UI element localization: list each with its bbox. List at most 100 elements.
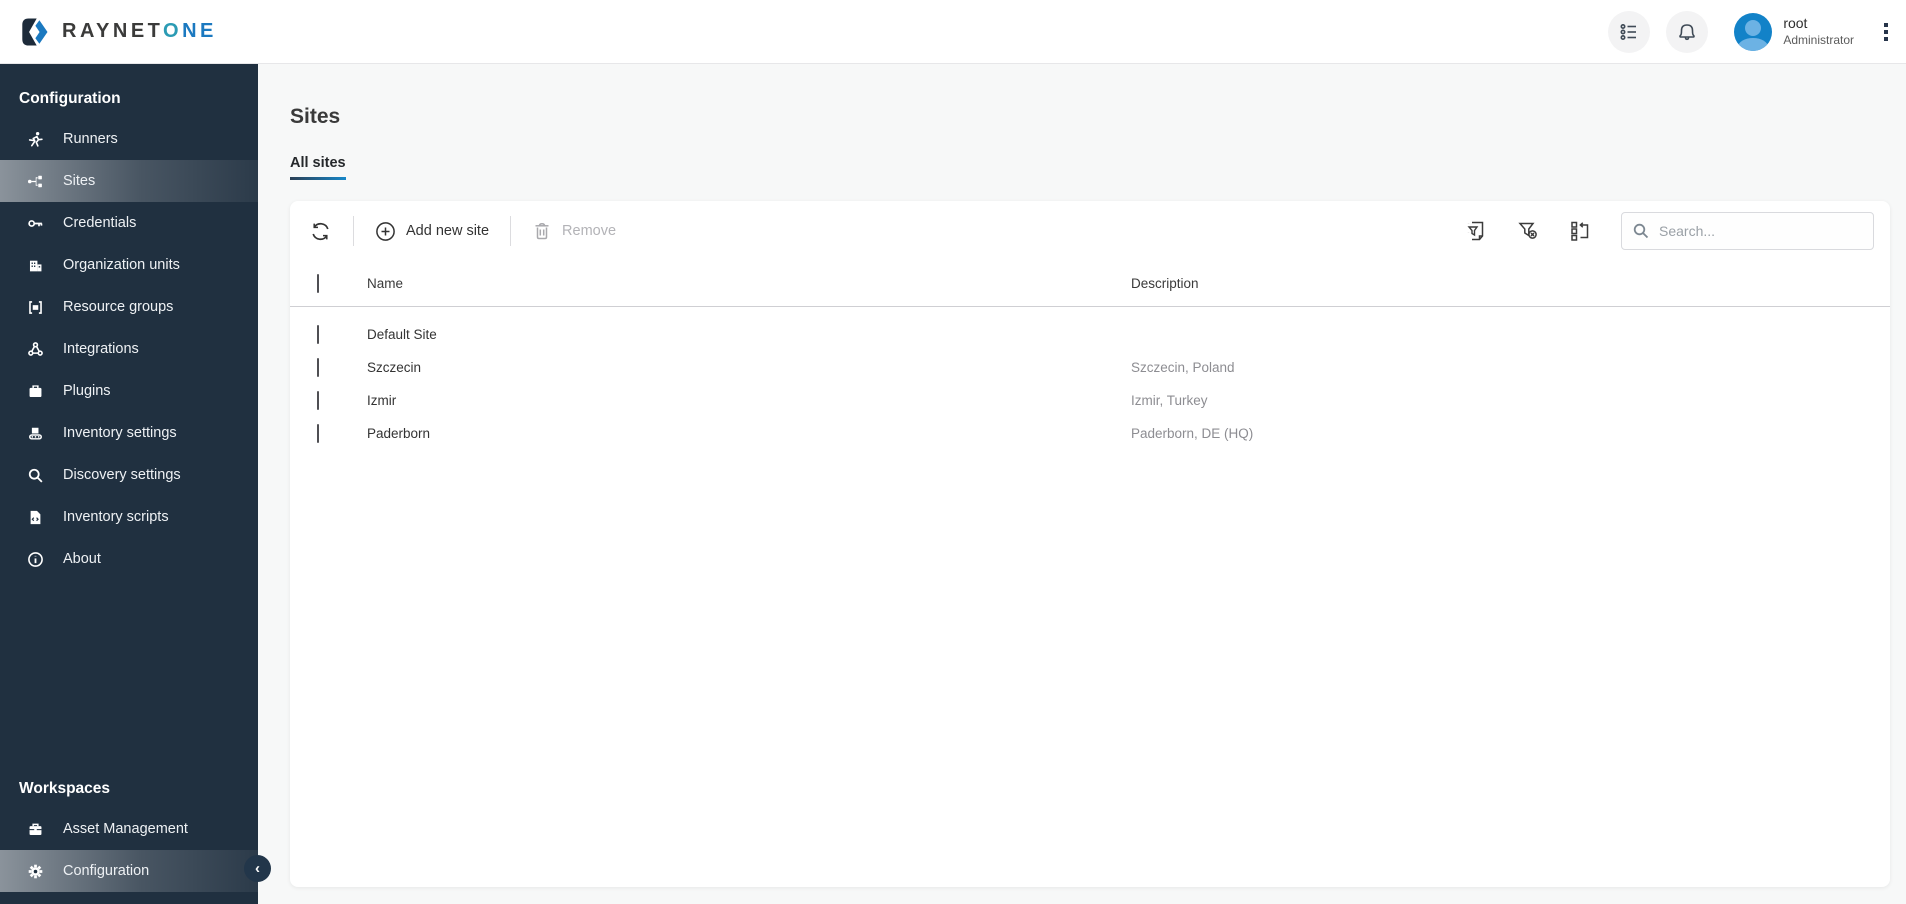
sidebar-item-label: Credentials xyxy=(63,215,137,231)
sidebar-section-heading: Workspaces xyxy=(19,780,111,797)
cell-name: Izmir xyxy=(367,393,397,408)
sidebar-item-credentials[interactable]: Credentials xyxy=(0,202,258,244)
remove-label: Remove xyxy=(562,223,617,239)
table-toolbar: Add new site Remove xyxy=(290,201,1890,261)
search-box xyxy=(1621,212,1874,250)
task-list-button[interactable] xyxy=(1608,10,1651,53)
avatar-person-icon xyxy=(1745,19,1762,36)
sidebar-item-label: Organization units xyxy=(63,257,180,273)
row-checkbox[interactable] xyxy=(317,357,319,377)
user-avatar[interactable] xyxy=(1734,12,1773,51)
briefcase-icon xyxy=(27,821,44,838)
sidebar-item-label: Configuration xyxy=(63,863,150,879)
export-filter-icon[interactable] xyxy=(1462,217,1490,245)
table-row[interactable]: Default Site xyxy=(290,318,1890,351)
org-icon xyxy=(27,257,44,274)
select-all-checkbox[interactable] xyxy=(317,273,319,293)
add-new-site-label: Add new site xyxy=(406,223,490,239)
main-content: Sites All sites Add new site Remove Sear… xyxy=(258,64,1906,904)
sidebar-item-integrations[interactable]: Integrations xyxy=(0,328,258,370)
add-circle-icon xyxy=(375,221,396,242)
cell-name: Default Site xyxy=(367,327,437,342)
tab-all-sites[interactable]: All sites xyxy=(290,155,346,180)
discovery-icon xyxy=(27,467,44,484)
sidebar-item-about[interactable]: About xyxy=(0,538,258,580)
sidebar-item-runners[interactable]: Runners xyxy=(0,118,258,160)
about-icon xyxy=(27,551,44,568)
resource-icon xyxy=(27,299,44,316)
remove-button[interactable]: Remove xyxy=(530,217,618,245)
sidebar-collapse-button[interactable]: ‹ xyxy=(244,855,271,882)
table-row[interactable]: Paderborn Paderborn, DE (HQ) xyxy=(290,417,1890,450)
sidebar-item-label: Sites xyxy=(63,173,96,189)
user-info[interactable]: root Administrator xyxy=(1783,15,1854,48)
cell-description: Szczecin, Poland xyxy=(1131,360,1235,375)
sidebar-item-label: Asset Management xyxy=(63,821,188,837)
runner-icon xyxy=(27,131,44,148)
user-role: Administrator xyxy=(1783,32,1854,47)
row-checkbox[interactable] xyxy=(317,423,319,443)
column-header-description[interactable]: Description xyxy=(1131,276,1890,291)
sidebar-item-asset-management[interactable]: Asset Management xyxy=(0,808,258,850)
row-checkbox[interactable] xyxy=(317,390,319,410)
gear-icon xyxy=(27,863,44,880)
scripts-icon xyxy=(27,509,44,526)
table-body: Default Site Szczecin Szczecin, Poland Izmi… xyxy=(290,307,1890,450)
bell-icon xyxy=(1676,21,1698,43)
add-new-site-button[interactable]: Add new site xyxy=(373,217,491,246)
integrations-icon xyxy=(27,341,44,358)
sidebar-item-label: Inventory scripts xyxy=(63,509,169,525)
sidebar-config-items: Runners Sites Credentials Organization unit… xyxy=(0,118,258,580)
sidebar-item-label: Plugins xyxy=(63,383,111,399)
logo-mark-icon xyxy=(16,14,52,50)
sidebar-item-configuration[interactable]: Configuration xyxy=(0,850,258,892)
cell-description: Izmir, Turkey xyxy=(1131,393,1208,408)
search-icon xyxy=(1632,222,1650,240)
column-header-name[interactable]: Name xyxy=(367,276,1131,291)
sidebar-item-label: Inventory settings xyxy=(63,425,177,441)
table-row[interactable]: Izmir Izmir, Turkey xyxy=(290,384,1890,417)
sidebar-item-plugins[interactable]: Plugins xyxy=(0,370,258,412)
sites-card: Add new site Remove Search... Name Descr… xyxy=(290,201,1890,887)
tab-bar: All sites xyxy=(290,155,1890,180)
chevron-left-icon: ‹ xyxy=(255,860,260,877)
sidebar-item-label: Resource groups xyxy=(63,299,174,315)
cell-name: Paderborn xyxy=(367,426,431,441)
refresh-icon xyxy=(309,220,332,243)
choose-columns-icon[interactable] xyxy=(1566,217,1594,245)
sidebar-item-inventory-settings[interactable]: Inventory settings xyxy=(0,412,258,454)
sidebar-item-label: About xyxy=(63,551,101,567)
app-logo: RAYNETONE xyxy=(0,14,217,50)
sidebar-item-inventory-scripts[interactable]: Inventory scripts xyxy=(0,496,258,538)
notifications-button[interactable] xyxy=(1666,10,1709,53)
sidebar: Configuration Runners Sites Credentials Org… xyxy=(0,64,258,904)
page-title: Sites xyxy=(290,105,341,128)
clear-filter-icon[interactable] xyxy=(1514,217,1542,245)
plugins-icon xyxy=(27,383,44,400)
sidebar-item-discovery-settings[interactable]: Discovery settings xyxy=(0,454,258,496)
cell-name: Szczecin xyxy=(367,360,422,375)
top-bar: RAYNETONE root Administrator xyxy=(0,0,1906,64)
task-list-icon xyxy=(1618,21,1640,43)
cell-description: Paderborn, DE (HQ) xyxy=(1131,426,1254,441)
sidebar-item-label: Integrations xyxy=(63,341,139,357)
sidebar-workspace-items: Asset Management Configuration xyxy=(0,808,258,904)
sidebar-item-label: Discovery settings xyxy=(63,467,181,483)
sidebar-item-sites[interactable]: Sites xyxy=(0,160,258,202)
user-name: root xyxy=(1783,15,1808,32)
key-icon xyxy=(27,215,44,232)
sidebar-item-organization-units[interactable]: Organization units xyxy=(0,244,258,286)
table-row[interactable]: Szczecin Szczecin, Poland xyxy=(290,351,1890,384)
logo-text: RAYNETONE xyxy=(62,20,217,42)
trash-icon xyxy=(532,221,552,241)
sidebar-item-resource-groups[interactable]: Resource groups xyxy=(0,286,258,328)
sites-icon xyxy=(27,173,44,190)
inventory-icon xyxy=(27,425,44,442)
row-checkbox[interactable] xyxy=(317,324,319,344)
table-header: Name Description xyxy=(290,261,1890,307)
overflow-menu-button[interactable] xyxy=(1880,19,1892,45)
sidebar-item-label: Runners xyxy=(63,131,118,147)
sidebar-section-heading: Configuration xyxy=(19,90,121,107)
refresh-button[interactable] xyxy=(307,216,334,247)
search-input[interactable] xyxy=(1659,223,1863,239)
